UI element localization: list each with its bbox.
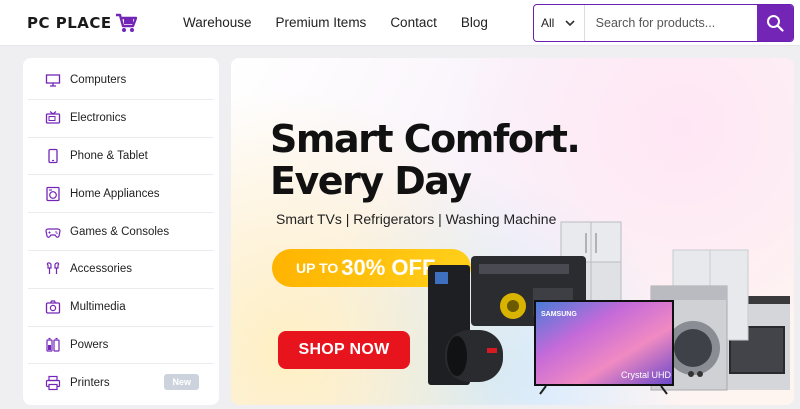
search-category-select[interactable]: All bbox=[534, 5, 585, 41]
sidebar-item-multimedia[interactable]: Multimedia bbox=[28, 289, 214, 327]
appliances-product-image: SAMSUNG Crystal UHD bbox=[428, 221, 790, 395]
chevron-down-icon bbox=[565, 19, 575, 26]
logo[interactable]: PC PLACE bbox=[27, 11, 137, 35]
sidebar-item-label: Multimedia bbox=[70, 301, 126, 314]
sidebar-item-label: Computers bbox=[70, 74, 127, 87]
nav-warehouse[interactable]: Warehouse bbox=[183, 14, 252, 32]
promo-prefix: UP TO bbox=[296, 260, 339, 276]
tv-caption-text: Crystal UHD bbox=[621, 370, 672, 380]
headline-line-2: Every Day bbox=[270, 159, 472, 203]
search-category-value: All bbox=[541, 16, 555, 30]
category-sidebar: Computers Electronics Phone & Tablet Hom… bbox=[23, 58, 219, 405]
sidebar-item-label: Powers bbox=[70, 338, 109, 351]
sidebar-item-electronics[interactable]: Electronics bbox=[28, 100, 214, 138]
logo-text: PC PLACE bbox=[27, 14, 112, 32]
cart-icon bbox=[115, 13, 137, 32]
sidebar-item-label: Games & Consoles bbox=[70, 225, 170, 238]
speaker-image bbox=[445, 330, 503, 382]
search-bar: All bbox=[533, 4, 794, 42]
monitor-icon bbox=[45, 72, 61, 88]
tv-icon bbox=[45, 110, 61, 126]
sidebar-item-label: Electronics bbox=[70, 112, 127, 125]
sidebar-item-home-appliances[interactable]: Home Appliances bbox=[28, 175, 214, 214]
earphones-icon bbox=[45, 261, 61, 277]
sidebar-item-label: Accessories bbox=[70, 263, 132, 276]
sidebar-item-phone-tablet[interactable]: Phone & Tablet bbox=[28, 138, 214, 176]
camera-icon bbox=[45, 299, 61, 315]
banner-headline: Smart Comfort. Every Day bbox=[270, 117, 581, 203]
sidebar-item-accessories[interactable]: Accessories bbox=[28, 251, 214, 289]
search-button[interactable] bbox=[756, 5, 793, 41]
tv-brand-text: SAMSUNG bbox=[541, 311, 577, 318]
shop-now-button[interactable]: SHOP NOW bbox=[278, 331, 410, 369]
sidebar-item-games-consoles[interactable]: Games & Consoles bbox=[28, 213, 214, 251]
search-input[interactable] bbox=[584, 5, 757, 41]
samsung-tv-image: SAMSUNG Crystal UHD bbox=[534, 300, 674, 395]
nav-blog[interactable]: Blog bbox=[461, 14, 488, 32]
printer-icon bbox=[45, 375, 61, 391]
battery-icon bbox=[45, 337, 61, 353]
sidebar-item-computers[interactable]: Computers bbox=[28, 62, 214, 100]
top-header: PC PLACE Warehouse Premium Items Contact… bbox=[0, 0, 800, 46]
nav-contact[interactable]: Contact bbox=[390, 14, 437, 32]
nav-premium-items[interactable]: Premium Items bbox=[276, 14, 367, 32]
gamepad-icon bbox=[45, 224, 61, 240]
sidebar-item-label: Home Appliances bbox=[70, 187, 160, 200]
hero-banner[interactable]: Smart Comfort. Every Day Smart TVs | Ref… bbox=[231, 58, 794, 405]
sidebar-item-powers[interactable]: Powers bbox=[28, 327, 214, 365]
main-nav: Warehouse Premium Items Contact Blog bbox=[183, 14, 512, 32]
sidebar-item-label: Phone & Tablet bbox=[70, 149, 148, 162]
headline-line-1: Smart Comfort. bbox=[270, 117, 581, 161]
phone-icon bbox=[45, 148, 61, 164]
sidebar-item-label: Printers bbox=[70, 377, 110, 390]
sidebar-item-printers[interactable]: Printers New bbox=[28, 364, 214, 402]
new-badge: New bbox=[164, 374, 199, 391]
washing-machine-icon bbox=[45, 186, 61, 202]
search-icon bbox=[766, 15, 784, 32]
